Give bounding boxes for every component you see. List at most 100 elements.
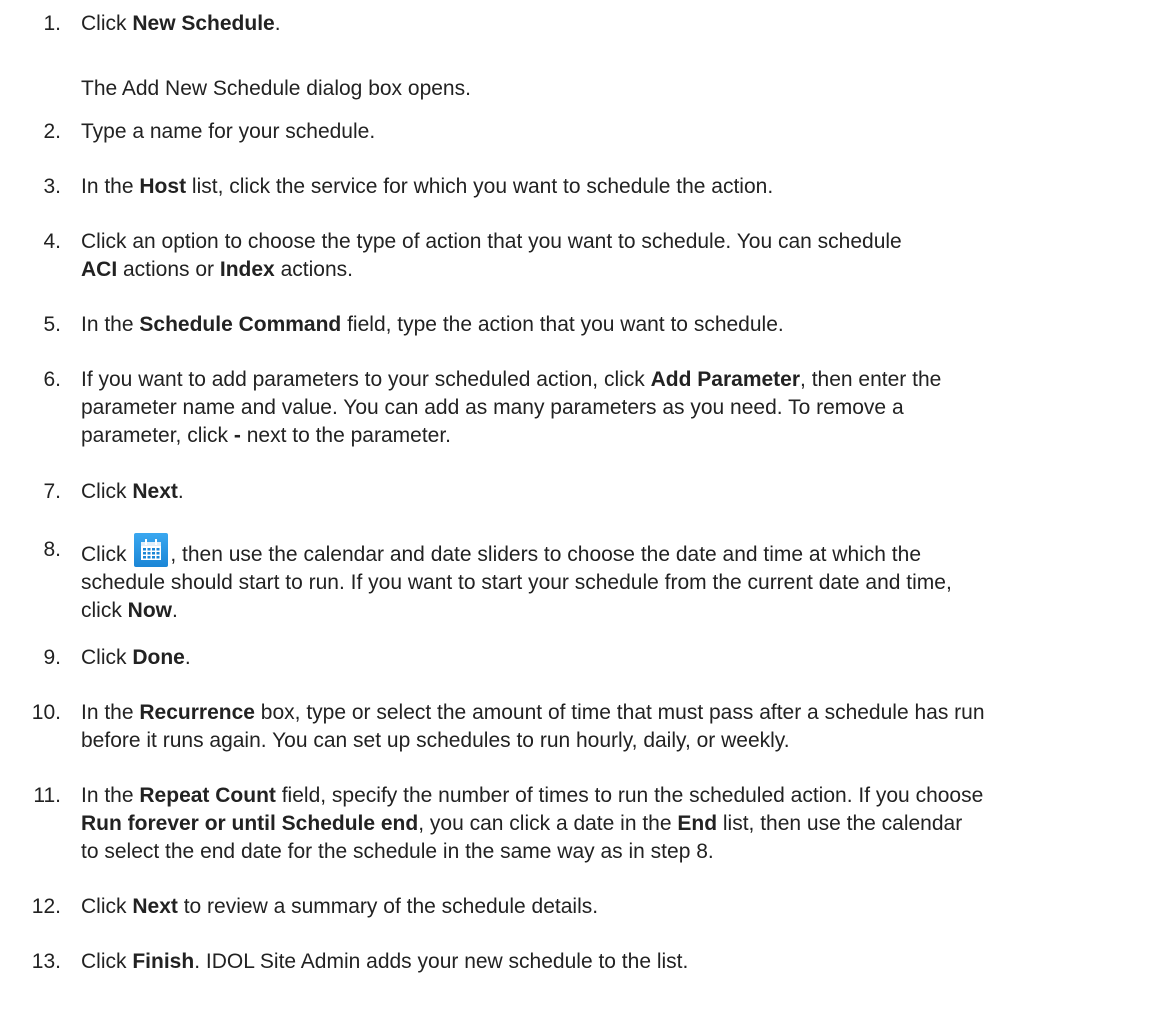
step-text-line: Click an option to choose the type of ac… [81,228,1156,256]
text-run: list, click the service for which you wa… [186,175,774,198]
text-run: before it runs again. You can set up sch… [81,729,790,752]
text-run: If you want to add parameters to your sc… [81,368,651,391]
text-run: list, then use the calendar [717,812,963,835]
ui-term: Schedule Command [139,313,342,336]
step-text-line: In the Schedule Command field, type the … [81,311,1156,339]
step-text: Click Finish. IDOL Site Admin adds your … [81,948,1156,976]
step-text: Type a name for your schedule. [81,118,1156,146]
step-1-note: The Add New Schedule dialog box opens. [81,77,471,100]
ui-term: Next [132,480,178,503]
text-run: parameter name and value. You can add as… [81,396,904,419]
ui-term: New Schedule [132,12,275,35]
text-run: click [81,599,128,622]
text-run: schedule should start to run. If you wan… [81,571,952,594]
step-number: 5. [43,313,61,336]
text-run: , you can click a date in the [418,812,678,835]
step-text-line: Click Next to review a summary of the sc… [81,893,1156,921]
step-number: 2. [43,120,61,143]
ui-term: ACI [81,258,118,281]
step-text-line: Click Next. [81,478,1156,506]
step-text-line: before it runs again. You can set up sch… [81,727,1156,755]
step-text-line: Click Finish. IDOL Site Admin adds your … [81,948,1156,976]
step-text-line: Click New Schedule. [81,10,1156,38]
ui-term: Run forever or until Schedule end [81,812,419,835]
text-run: parameter, click [81,424,234,447]
text-run: Click [81,543,133,566]
ui-term: Add Parameter [650,368,801,391]
step-text-line: parameter, click - next to the parameter… [81,422,1156,450]
text-run: Click [81,480,133,503]
step-number: 4. [43,230,61,253]
calendar-icon[interactable] [134,533,169,567]
step-number: 13. [31,950,61,973]
step-number: 7. [43,480,61,503]
text-run: Click an option to choose the type of ac… [81,230,902,253]
text-run: , then enter the [800,368,942,391]
step-number: 1. [43,12,61,35]
step-text: If you want to add parameters to your sc… [81,366,1156,450]
step-number: 3. [43,175,61,198]
ui-term: Now [127,599,172,622]
step-text: In the Recurrence box, type or select th… [81,699,1156,755]
step-text-line: ACI actions or Index actions. [81,256,1156,284]
text-run: Click [81,950,133,973]
ui-term: Next [132,895,178,918]
text-run: In the [81,784,140,807]
step-number: 8. [43,538,61,561]
text-run: . [274,12,281,35]
step-text-line: In the Repeat Count field, specify the n… [81,782,1156,810]
step-number: 11. [33,784,61,807]
step-text: In the Host list, click the service for … [81,173,1156,201]
step-number: 6. [43,368,61,391]
text-run: actions. [274,258,353,281]
text-run: . [184,646,191,669]
step-text-line: Click , then use the calendar and date s… [81,533,1156,569]
step-text: Click an option to choose the type of ac… [81,228,1156,284]
step-text: Click , then use the calendar and date s… [81,533,1156,625]
step-number: 12. [31,895,61,918]
text-run: box, type or select the amount of time t… [254,701,985,724]
step-text: Click New Schedule. [81,10,1156,38]
step-text: Click Done. [81,644,1156,672]
step-number: 9. [43,646,61,669]
text-run: . IDOL Site Admin adds your new schedule… [194,950,689,973]
ui-term: Done [132,646,185,669]
text-run: Type a name for your schedule. [81,120,376,143]
ui-term: Recurrence [139,701,255,724]
ui-term: Repeat Count [139,784,276,807]
text-run: Click [81,895,133,918]
step-text-line: parameter name and value. You can add as… [81,394,1156,422]
step-text-line: schedule should start to run. If you wan… [81,569,1156,597]
text-run: to select the end date for the schedule … [81,840,714,863]
ui-term: Index [219,258,275,281]
text-run: Click [81,12,133,35]
text-run: In the [81,313,140,336]
step-text: In the Repeat Count field, specify the n… [81,782,1156,866]
ui-term: - [233,424,241,447]
step-text: In the Schedule Command field, type the … [81,311,1156,339]
ui-term: End [677,812,718,835]
step-text-line: Click Done. [81,644,1156,672]
text-run: . [172,599,178,622]
text-run: field, specify the number of times to ru… [275,784,984,807]
text-run: In the [81,701,140,724]
document-page: 1. Click New Schedule. 2. Type a name for y… [0,0,1171,1009]
ui-term: Finish [132,950,195,973]
text-run: . [177,480,184,503]
text-run: , then use the calendar and date sliders… [170,543,922,566]
step-text-line: In the Recurrence box, type or select th… [81,699,1156,727]
step-number: 10. [31,701,61,724]
ui-term: Host [139,175,187,198]
step-text: Click Next to review a summary of the sc… [81,893,1156,921]
text-run: field, type the action that you want to … [341,313,784,336]
step-text-line: Type a name for your schedule. [81,118,1156,146]
step-text-line: to select the end date for the schedule … [81,838,1156,866]
step-text-line: In the Host list, click the service for … [81,173,1156,201]
text-run: to review a summary of the schedule deta… [177,895,599,918]
text-run: actions or [117,258,220,281]
step-text-line: Run forever or until Schedule end, you c… [81,810,1156,838]
text-run: In the [81,175,140,198]
step-text-line: If you want to add parameters to your sc… [81,366,1156,394]
step-text-line: click Now. [81,597,1156,625]
text-run: next to the parameter. [240,424,452,447]
